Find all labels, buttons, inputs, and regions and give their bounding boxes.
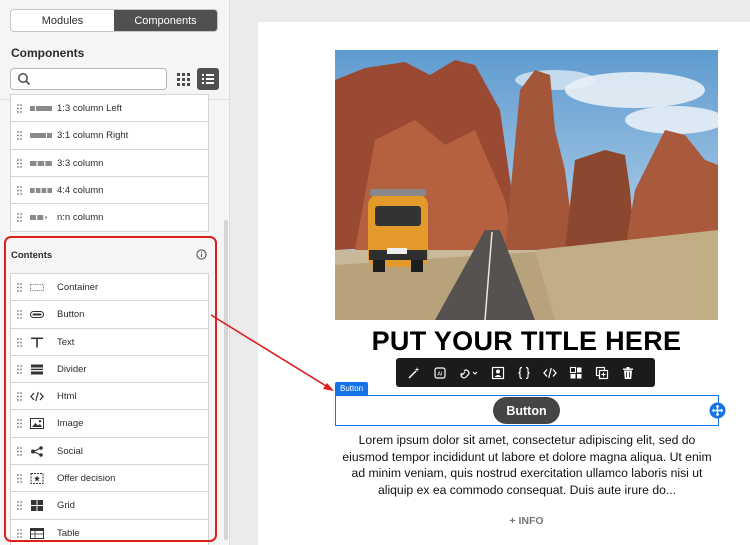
svg-text:AI: AI <box>437 371 443 377</box>
personalize-icon <box>491 366 505 379</box>
delete-icon <box>623 366 633 379</box>
link-icon <box>460 368 478 379</box>
structure-label: 1:3 column Left <box>57 103 122 114</box>
tab-modules[interactable]: Modules <box>11 10 114 31</box>
toolbar-link-button[interactable] <box>454 362 484 384</box>
drag-handle-icon <box>17 185 22 195</box>
drag-handle-icon <box>17 213 22 223</box>
panel-segmented-control: Modules Components <box>10 9 218 32</box>
toolbar-magic-button[interactable] <box>402 362 426 384</box>
structure-item[interactable]: 3:3 column <box>11 150 208 177</box>
email-title[interactable]: PUT YOUR TITLE HERE <box>335 326 718 357</box>
column-1-3-left-icon <box>30 106 52 111</box>
magic-wand-icon <box>408 366 420 379</box>
grid-view-icon[interactable] <box>174 70 192 88</box>
toolbar-layout-button[interactable] <box>564 362 588 384</box>
structure-item[interactable]: 1:3 column Left <box>11 95 208 123</box>
add-component-icon[interactable] <box>709 402 726 419</box>
drag-handle-icon <box>17 158 22 168</box>
components-panel: Modules Components Components 1:3 column… <box>0 0 230 545</box>
column-4-4-icon <box>30 187 52 193</box>
body-text[interactable]: Lorem ipsum dolor sit amet, consectetur … <box>338 432 716 498</box>
hero-image[interactable] <box>335 50 718 320</box>
tab-components[interactable]: Components <box>114 10 217 31</box>
braces-icon <box>518 366 530 379</box>
drag-handle-icon <box>17 104 22 113</box>
search-icon <box>18 73 31 86</box>
more-info-link[interactable]: + INFO <box>335 515 718 527</box>
list-view-icon <box>202 74 214 84</box>
contents-highlight-outline <box>4 236 217 542</box>
structure-item[interactable]: 3:1 column Right <box>11 122 208 150</box>
panel-scrollbar[interactable] <box>224 220 228 540</box>
component-toolbar: AI <box>396 358 655 387</box>
search-box[interactable] <box>10 68 167 90</box>
structure-label: 3:1 column Right <box>57 130 129 142</box>
layout-icon <box>569 366 582 378</box>
drag-handle-icon <box>17 131 22 141</box>
structures-list: 1:3 column Left 3:1 column Right 3:3 col… <box>10 94 209 233</box>
ai-icon: AI <box>434 366 446 379</box>
column-n-n-icon <box>30 215 47 221</box>
cta-button[interactable]: Button <box>493 397 560 424</box>
toolbar-code-button[interactable] <box>538 362 562 384</box>
duplicate-icon <box>595 366 609 379</box>
toolbar-braces-button[interactable] <box>512 362 536 384</box>
structure-label: 3:3 column <box>57 157 104 169</box>
toolbar-ai-button[interactable]: AI <box>428 362 452 384</box>
panel-title: Components <box>11 46 85 60</box>
search-input[interactable] <box>35 71 161 87</box>
toolbar-duplicate-button[interactable] <box>590 362 614 384</box>
structure-label: 4:4 column <box>57 184 104 196</box>
code-icon <box>543 367 557 378</box>
list-view-button[interactable] <box>197 68 219 90</box>
component-type-tag: Button <box>335 382 369 395</box>
toolbar-personalize-button[interactable] <box>486 362 510 384</box>
column-3-1-right-icon <box>30 133 52 139</box>
structure-item[interactable]: n:n column <box>11 204 208 231</box>
structure-item[interactable]: 4:4 column <box>11 177 208 205</box>
toolbar-delete-button[interactable] <box>616 362 640 384</box>
structure-label: n:n column <box>57 212 104 224</box>
column-3-3-icon <box>30 160 52 166</box>
